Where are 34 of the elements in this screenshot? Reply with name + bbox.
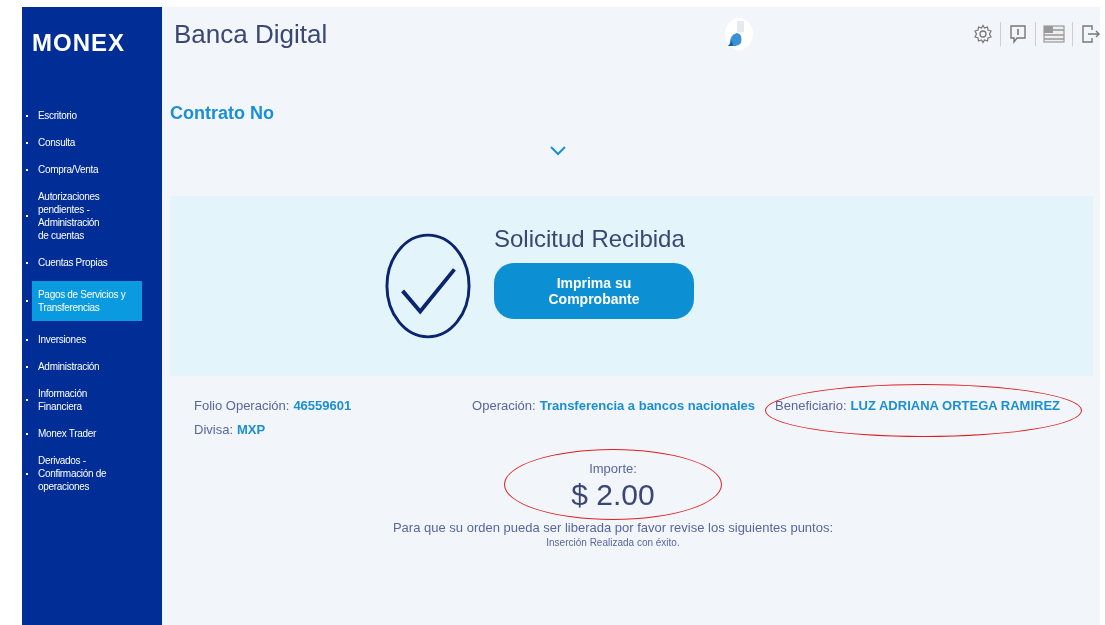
currency-value: MXP: [237, 422, 266, 437]
check-circle-icon: [384, 231, 472, 341]
settings-icon[interactable]: [973, 24, 993, 44]
result-text: Inserción Realizada con éxito.: [545, 537, 681, 548]
flag-icon[interactable]: [1043, 25, 1065, 43]
currency-label: Divisa:: [194, 422, 233, 437]
operation-value: Transferencia a bancos nacionales: [539, 398, 755, 413]
notice-text: Para que su orden pueda ser liberada por favor revise los siguientes puntos:: [391, 520, 835, 535]
contract-label: Contrato No: [170, 103, 274, 124]
folio-label: Folio Operación:: [194, 398, 290, 413]
folio-value: 46559601: [293, 398, 352, 413]
operation-label: Operación:: [472, 398, 536, 413]
sidebar-item[interactable]: Información Financiera: [38, 385, 108, 415]
page-title: Banca Digital: [174, 18, 329, 50]
sidebar-item[interactable]: Cuentas Propias: [38, 254, 108, 271]
sidebar-item[interactable]: Consulta: [38, 134, 108, 151]
beneficiary-value: LUZ ADRIANA ORTEGA RAMIREZ: [850, 398, 1060, 413]
print-receipt-button[interactable]: Imprima su Comprobante: [494, 263, 694, 319]
sidebar-item[interactable]: Inversiones: [38, 331, 108, 348]
monex-logo: MONEX: [32, 29, 126, 57]
info-bubble-icon[interactable]: [1008, 24, 1028, 44]
beneficiary-label: Beneficiario:: [775, 398, 847, 413]
amount-label: Importe:: [588, 461, 638, 476]
confirmation-title: Solicitud Recibida: [494, 225, 686, 253]
sidebar-item[interactable]: Derivados - Confirmación de operaciones: [38, 452, 108, 495]
amount-value: $ 2.00: [570, 478, 656, 512]
chevron-down-icon[interactable]: [550, 146, 566, 156]
sidebar-item[interactable]: Escritorio: [38, 107, 108, 124]
avatar-icon[interactable]: [724, 17, 754, 51]
sidebar-item[interactable]: Administración: [38, 358, 108, 375]
sidebar-item[interactable]: Compra/Venta: [38, 161, 108, 178]
sidebar-item[interactable]: Monex Trader: [38, 425, 108, 442]
logout-icon[interactable]: [1080, 24, 1100, 44]
sidebar-item[interactable]: Autorizaciones pendientes - Administración de cuentas: [38, 188, 108, 244]
